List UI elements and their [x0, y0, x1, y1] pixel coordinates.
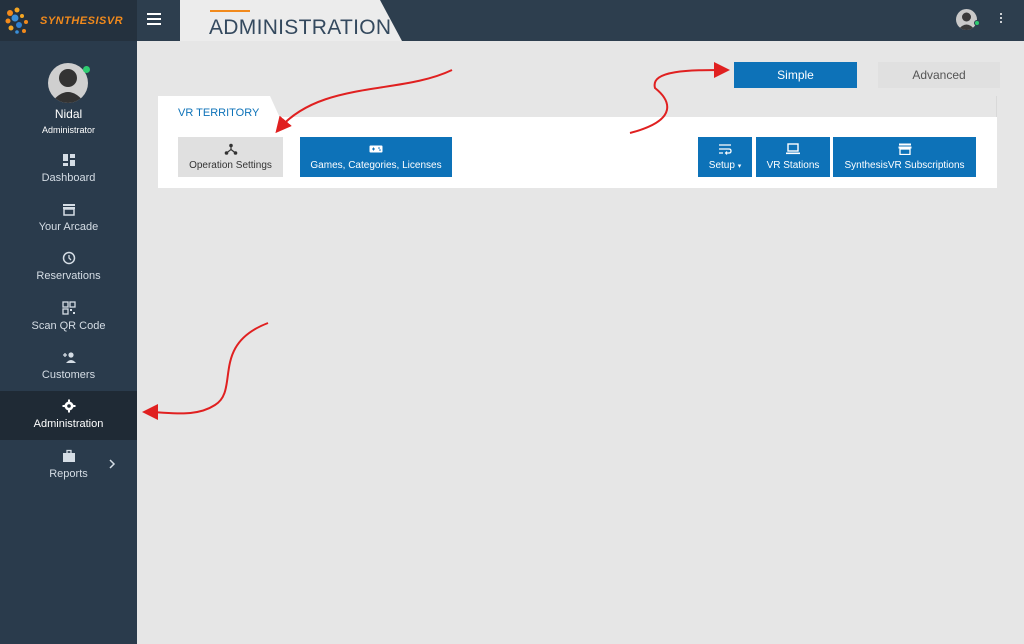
sidebar-item-label: Your Arcade — [38, 221, 99, 233]
sidebar-item-administration[interactable]: Administration — [0, 391, 137, 440]
clock-icon — [62, 251, 76, 265]
page-title: ADMINISTRATION — [209, 16, 392, 39]
wrap-text-icon — [719, 144, 732, 155]
sidebar-item-reports[interactable]: Reports — [0, 441, 137, 490]
menu-toggle-icon[interactable] — [147, 13, 161, 25]
panel-header-strip — [278, 96, 997, 117]
games-categories-licenses-label: Games, Categories, Licenses — [310, 160, 442, 171]
games-categories-licenses-button[interactable]: Games, Categories, Licenses — [300, 137, 452, 177]
online-status-dot — [974, 20, 980, 26]
sidebar: Nidal Administrator Dashboard Your Arcad… — [0, 41, 137, 644]
gamepad-icon — [369, 145, 383, 153]
store-icon — [63, 204, 75, 216]
simple-mode-button[interactable]: Simple — [734, 62, 857, 88]
operation-settings-button[interactable]: Operation Settings — [178, 137, 283, 177]
briefcase-icon — [63, 449, 75, 462]
sidebar-item-label: Dashboard — [41, 172, 96, 184]
profile-name: Nidal — [54, 107, 83, 121]
sidebar-item-label: Reports — [49, 468, 88, 480]
operation-settings-label: Operation Settings — [189, 160, 272, 171]
hub-icon — [224, 143, 237, 155]
vr-stations-button[interactable]: VR Stations — [756, 137, 830, 177]
laptop-icon — [786, 143, 800, 155]
setup-dropdown-button[interactable]: Setup ▾ — [698, 137, 752, 177]
brand-name: SYNTHESISVR — [40, 14, 124, 27]
brand-logo[interactable]: SYNTHESISVR — [0, 0, 137, 41]
arrow-to-administration — [142, 322, 269, 421]
gear-icon — [62, 399, 76, 413]
caret-down-icon: ▾ — [737, 163, 742, 170]
sidebar-item-scan-qr-code[interactable]: Scan QR Code — [0, 293, 137, 342]
profile-avatar[interactable] — [48, 63, 88, 103]
storefront-icon — [898, 143, 911, 155]
setup-label-text: Setup — [708, 160, 735, 171]
sidebar-item-label: Customers — [41, 369, 96, 381]
dashboard-icon — [63, 154, 75, 166]
chevron-right-icon — [109, 459, 116, 469]
profile-online-dot — [83, 66, 90, 73]
profile-role: Administrator — [41, 125, 95, 135]
sidebar-item-reservations[interactable]: Reservations — [0, 243, 137, 292]
sidebar-item-label: Administration — [33, 418, 104, 430]
synthesisvr-subscriptions-button[interactable]: SynthesisVR Subscriptions — [833, 137, 976, 177]
user-avatar[interactable] — [956, 9, 977, 30]
more-options-icon[interactable] — [999, 13, 1003, 27]
sidebar-item-dashboard[interactable]: Dashboard — [0, 145, 137, 194]
setup-label: Setup ▾ — [698, 160, 752, 171]
title-accent-line — [210, 10, 250, 12]
brand-logo-icon — [5, 7, 28, 34]
add-person-icon — [63, 352, 76, 363]
sidebar-item-label: Scan QR Code — [31, 320, 106, 332]
qr-code-icon — [62, 301, 76, 315]
synthesisvr-subscriptions-label: SynthesisVR Subscriptions — [844, 160, 965, 171]
sidebar-item-label: Reservations — [36, 270, 101, 282]
advanced-mode-button[interactable]: Advanced — [878, 62, 1000, 88]
vr-stations-label: VR Stations — [766, 160, 820, 171]
sidebar-item-customers[interactable]: Customers — [0, 342, 137, 391]
sidebar-item-your-arcade[interactable]: Your Arcade — [0, 194, 137, 243]
